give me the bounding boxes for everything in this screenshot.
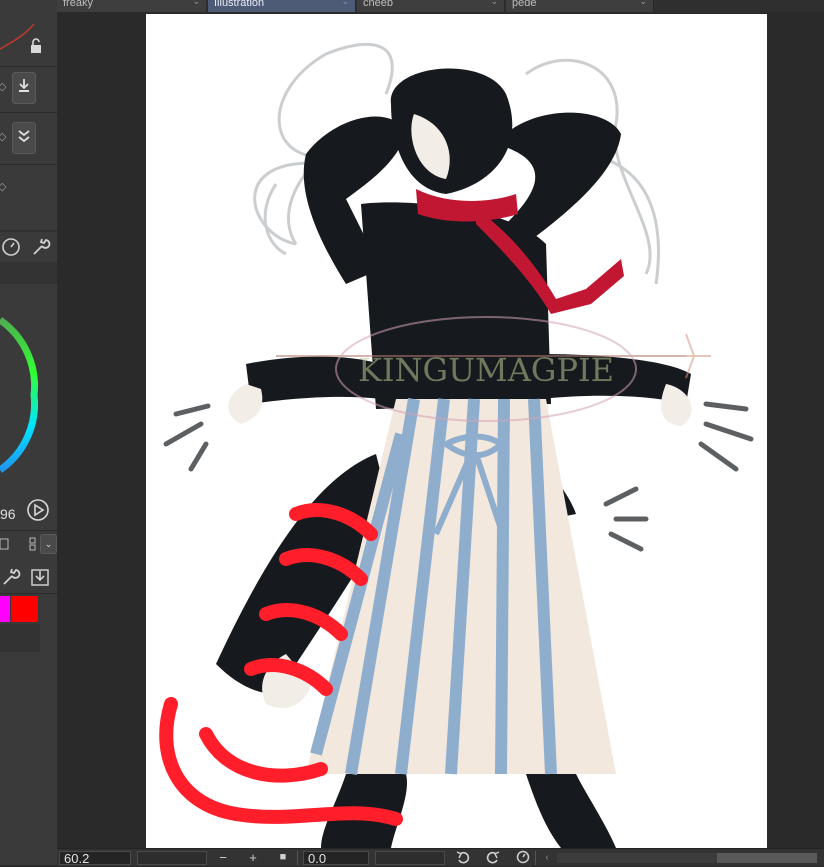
- play-circle-icon[interactable]: [26, 498, 50, 522]
- rotation-field[interactable]: 0.0: [303, 851, 369, 866]
- rotation-slider[interactable]: [375, 851, 445, 865]
- chevron-diamond-icon[interactable]: ◇: [0, 130, 8, 144]
- navigator-scrollbar[interactable]: [557, 853, 817, 863]
- wrench-icon[interactable]: [30, 236, 52, 258]
- chevron-down-icon: ⌄: [44, 538, 53, 549]
- chevron-diamond-icon[interactable]: ◇: [0, 180, 8, 194]
- color-wheel[interactable]: [0, 310, 40, 480]
- chevron-down-icon[interactable]: ⌄: [639, 0, 647, 6]
- artwork: KINGUMAGPIE: [159, 42, 754, 848]
- rotate-right-icon[interactable]: [485, 850, 501, 865]
- tab-cheeb[interactable]: cheeb ⌄: [357, 0, 505, 12]
- zoom-slider[interactable]: [137, 851, 207, 865]
- tab-illustration[interactable]: Illustration ⌄: [208, 0, 356, 12]
- chevron-down-icon[interactable]: ⌄: [490, 0, 498, 6]
- apply-all-button[interactable]: [12, 122, 36, 154]
- color-value-text: 96: [0, 506, 16, 522]
- import-icon[interactable]: [30, 566, 52, 588]
- rotate-left-icon[interactable]: [455, 850, 471, 865]
- tool-settings-panel: ◇ ◇ ◇ 96 ⌄: [0, 0, 58, 865]
- drawing-canvas[interactable]: KINGUMAGPIE: [146, 14, 767, 848]
- chevron-diamond-icon[interactable]: ◇: [0, 80, 8, 94]
- layer-icon[interactable]: [0, 536, 10, 552]
- chevron-down-icon[interactable]: ⌄: [341, 0, 349, 6]
- lock-icon[interactable]: [28, 38, 44, 54]
- wrench-icon[interactable]: [0, 566, 22, 588]
- color-swatch-magenta[interactable]: [0, 596, 10, 622]
- zoom-out-button[interactable]: −: [215, 850, 231, 865]
- tab-pede[interactable]: pede ⌄: [506, 0, 654, 12]
- tab-label: pede: [512, 0, 537, 9]
- download-button[interactable]: [12, 72, 36, 104]
- reset-rotation-icon[interactable]: [515, 850, 531, 865]
- tab-label: Illustration: [214, 0, 265, 9]
- tab-label: freaky: [63, 0, 93, 9]
- zoom-field[interactable]: 60.2: [59, 851, 131, 866]
- document-tab-bar: freaky ⌄ Illustration ⌄ cheeb ⌄ pede ⌄: [57, 0, 824, 12]
- fit-window-button[interactable]: ■: [275, 850, 291, 865]
- chevron-left-icon[interactable]: ‹: [539, 850, 555, 865]
- zoom-in-button[interactable]: +: [245, 850, 261, 865]
- download-icon: [17, 78, 31, 99]
- navigator-bar: 60.2 − + ■ 0.0 ‹: [57, 848, 824, 866]
- scrollbar-thumb[interactable]: [717, 853, 817, 863]
- tab-label: cheeb: [363, 0, 393, 9]
- timer-icon[interactable]: [0, 236, 22, 258]
- swatch-area: [0, 624, 40, 652]
- dropdown-button[interactable]: ⌄: [40, 534, 57, 554]
- watermark-text: KINGUMAGPIE: [358, 351, 614, 389]
- double-check-icon: [17, 128, 31, 149]
- color-swatch-red[interactable]: [11, 596, 38, 622]
- tab-freaky[interactable]: freaky ⌄: [57, 0, 207, 12]
- chevron-down-icon[interactable]: ⌄: [192, 0, 200, 6]
